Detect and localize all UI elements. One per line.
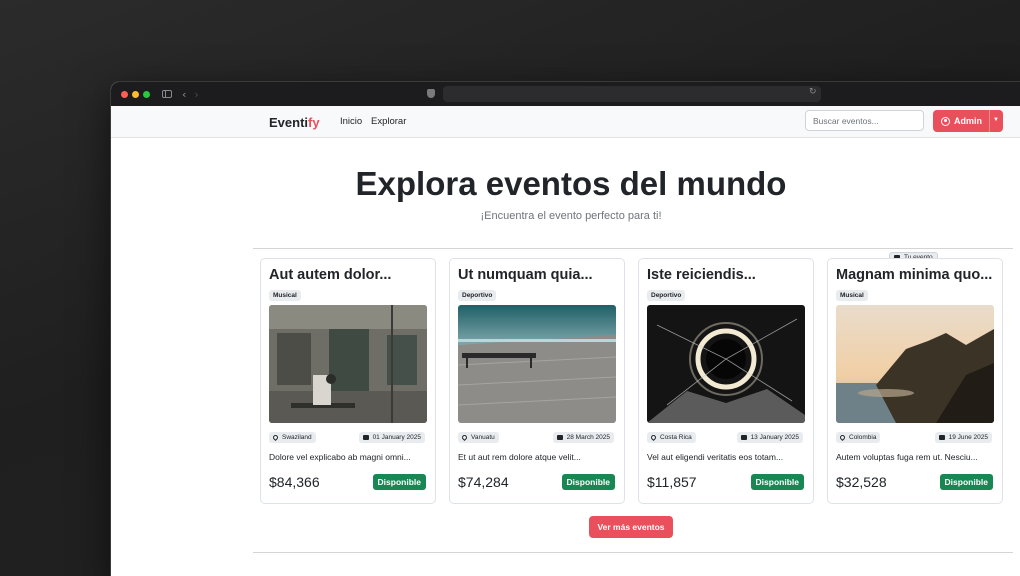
admin-label: Admin xyxy=(954,116,982,126)
event-card[interactable]: Ut numquam quia... Deportivo Vanuatu 28 … xyxy=(449,258,625,504)
split-divider xyxy=(989,110,990,132)
category-badge: Deportivo xyxy=(458,290,496,301)
page-subtitle: ¡Encuentra el evento perfecto para ti! xyxy=(111,210,1020,222)
forward-arrow-icon[interactable]: › xyxy=(194,88,198,101)
calendar-icon xyxy=(557,435,563,440)
maximize-window-button[interactable] xyxy=(143,91,150,98)
category-badge: Musical xyxy=(836,290,868,301)
status-badge: Disponible xyxy=(562,474,615,490)
date-badge: 28 March 2025 xyxy=(553,432,614,443)
event-description: Autem voluptas fuga rem ut. Nesciu... xyxy=(836,452,996,462)
event-title[interactable]: Ut numquam quia... xyxy=(458,267,593,283)
browser-window: ‹ › ↻ Eventify Inicio Explorar Admin ▼ E… xyxy=(111,82,1020,576)
event-price: $74,284 xyxy=(458,474,509,490)
status-badge: Disponible xyxy=(373,474,426,490)
event-title[interactable]: Magnam minima quo... xyxy=(836,267,992,283)
category-badge: Deportivo xyxy=(647,290,685,301)
calendar-icon xyxy=(939,435,945,440)
event-image[interactable] xyxy=(647,305,805,423)
event-description: Vel aut eligendi veritatis eos totam... xyxy=(647,452,807,462)
date-badge: 19 June 2025 xyxy=(935,432,992,443)
sidebar-toggle-icon[interactable] xyxy=(162,90,172,98)
date-badge: 01 January 2025 xyxy=(359,432,425,443)
event-image[interactable] xyxy=(269,305,427,423)
event-description: Et ut aut rem dolore atque velit... xyxy=(458,452,618,462)
minimize-window-button[interactable] xyxy=(132,91,139,98)
map-pin-icon xyxy=(461,434,468,441)
status-badge: Disponible xyxy=(940,474,993,490)
chevron-down-icon[interactable]: ▼ xyxy=(993,117,999,123)
divider-top xyxy=(253,248,1013,249)
see-more-events-button[interactable]: Ver más eventos xyxy=(589,516,673,538)
search-input[interactable] xyxy=(805,110,924,131)
user-circle-icon xyxy=(941,117,950,126)
map-pin-icon xyxy=(272,434,279,441)
calendar-icon xyxy=(363,435,369,440)
event-price: $84,366 xyxy=(269,474,320,490)
calendar-icon xyxy=(741,435,747,440)
map-pin-icon xyxy=(839,434,846,441)
close-window-button[interactable] xyxy=(121,91,128,98)
browser-toolbar: ‹ › ↻ xyxy=(111,82,1020,106)
event-card[interactable]: Iste reiciendis... Deportivo Costa Rica … xyxy=(638,258,814,504)
admin-dropdown-button[interactable]: Admin ▼ xyxy=(933,110,1003,132)
event-description: Dolore vel explicabo ab magni omni... xyxy=(269,452,429,462)
event-price: $11,857 xyxy=(647,474,697,490)
address-bar[interactable] xyxy=(443,86,821,102)
event-price: $32,528 xyxy=(836,474,887,490)
privacy-shield-icon[interactable] xyxy=(427,89,435,98)
location-badge: Swaziland xyxy=(269,432,316,443)
event-image[interactable] xyxy=(836,305,994,423)
divider-bottom xyxy=(253,552,1013,553)
status-badge: Disponible xyxy=(751,474,804,490)
nav-link-explorar[interactable]: Explorar xyxy=(371,116,406,127)
location-badge: Vanuatu xyxy=(458,432,499,443)
event-card[interactable]: Aut autem dolor... Musical Swaziland 01 … xyxy=(260,258,436,504)
event-card[interactable]: Magnam minima quo... Musical Colombia 19… xyxy=(827,258,1003,504)
event-title[interactable]: Iste reiciendis... xyxy=(647,267,756,283)
event-title[interactable]: Aut autem dolor... xyxy=(269,267,391,283)
location-badge: Costa Rica xyxy=(647,432,696,443)
location-badge: Colombia xyxy=(836,432,880,443)
back-arrow-icon[interactable]: ‹ xyxy=(182,88,186,101)
brand-logo[interactable]: Eventify xyxy=(269,115,320,130)
date-badge: 13 January 2025 xyxy=(737,432,803,443)
page-title: Explora eventos del mundo xyxy=(111,165,1020,203)
map-pin-icon xyxy=(650,434,657,441)
reload-icon[interactable]: ↻ xyxy=(809,87,817,97)
site-navbar: Eventify Inicio Explorar Admin ▼ xyxy=(111,106,1020,138)
event-image[interactable] xyxy=(458,305,616,423)
nav-link-inicio[interactable]: Inicio xyxy=(340,116,362,127)
category-badge: Musical xyxy=(269,290,301,301)
